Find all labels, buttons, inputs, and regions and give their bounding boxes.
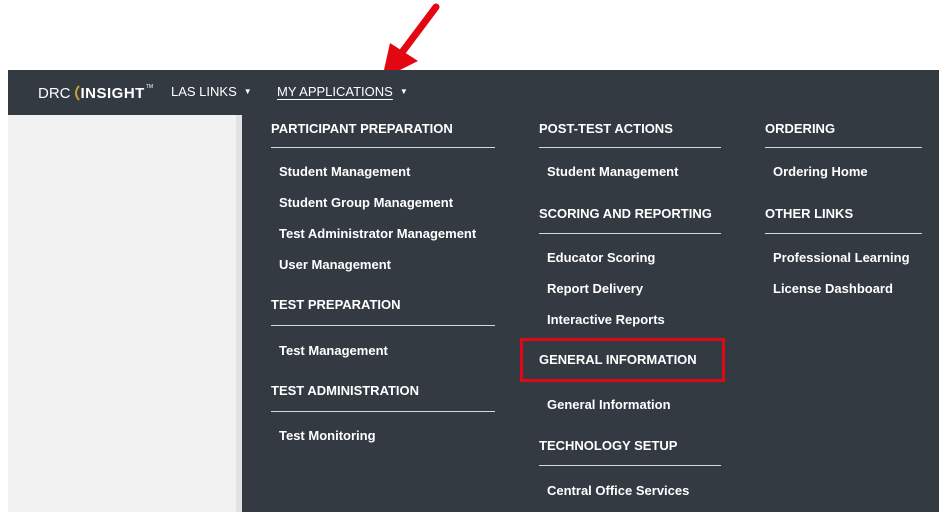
divider — [539, 147, 721, 148]
heading-participant-preparation: PARTICIPANT PREPARATION — [271, 121, 453, 136]
nav-my-applications[interactable]: MY APPLICATIONS ▼ — [277, 84, 408, 99]
caret-down-icon: ▼ — [243, 87, 252, 96]
drc-insight-logo[interactable]: DRC INSIGHT TM — [38, 84, 153, 102]
nav-my-applications-label: MY APPLICATIONS — [277, 84, 393, 99]
divider — [539, 233, 721, 234]
link-general-information[interactable]: General Information — [547, 397, 671, 412]
logo-swoosh-icon — [74, 85, 80, 101]
link-test-administrator-management[interactable]: Test Administrator Management — [279, 226, 476, 241]
link-user-management[interactable]: User Management — [279, 257, 391, 272]
divider — [765, 233, 922, 234]
link-educator-scoring[interactable]: Educator Scoring — [547, 250, 655, 265]
logo-drc-text: DRC — [38, 84, 71, 102]
link-license-dashboard[interactable]: License Dashboard — [773, 281, 893, 296]
link-central-office-services[interactable]: Central Office Services — [547, 483, 689, 498]
annotation-highlight-box — [520, 338, 725, 382]
link-test-management[interactable]: Test Management — [279, 343, 388, 358]
nav-las-links[interactable]: LAS LINKS ▼ — [171, 84, 252, 99]
link-student-management[interactable]: Student Management — [279, 164, 410, 179]
link-ordering-home[interactable]: Ordering Home — [773, 164, 868, 179]
heading-post-test-actions: POST-TEST ACTIONS — [539, 121, 673, 136]
divider — [539, 465, 721, 466]
link-test-monitoring[interactable]: Test Monitoring — [279, 428, 376, 443]
caret-down-icon: ▼ — [399, 87, 408, 96]
divider — [271, 411, 495, 412]
logo-insight-text: INSIGHT — [80, 84, 145, 102]
link-report-delivery[interactable]: Report Delivery — [547, 281, 643, 296]
page-sidebar — [8, 115, 236, 512]
top-navbar: DRC INSIGHT TM LAS LINKS ▼ MY APPLICATIO… — [8, 70, 939, 115]
link-student-group-management[interactable]: Student Group Management — [279, 195, 453, 210]
link-professional-learning[interactable]: Professional Learning — [773, 250, 910, 265]
divider — [765, 147, 922, 148]
nav-las-links-label: LAS LINKS — [171, 84, 237, 99]
heading-test-administration: TEST ADMINISTRATION — [271, 383, 420, 398]
divider — [271, 325, 495, 326]
heading-scoring-and-reporting: SCORING AND REPORTING — [539, 206, 712, 221]
heading-ordering: ORDERING — [765, 121, 836, 136]
divider — [271, 147, 495, 148]
heading-test-preparation: TEST PREPARATION — [271, 297, 401, 312]
link-interactive-reports[interactable]: Interactive Reports — [547, 312, 665, 327]
link-post-test-student-management[interactable]: Student Management — [547, 164, 678, 179]
heading-technology-setup: TECHNOLOGY SETUP — [539, 438, 678, 453]
logo-trademark: TM — [145, 84, 154, 90]
heading-other-links: OTHER LINKS — [765, 206, 854, 221]
